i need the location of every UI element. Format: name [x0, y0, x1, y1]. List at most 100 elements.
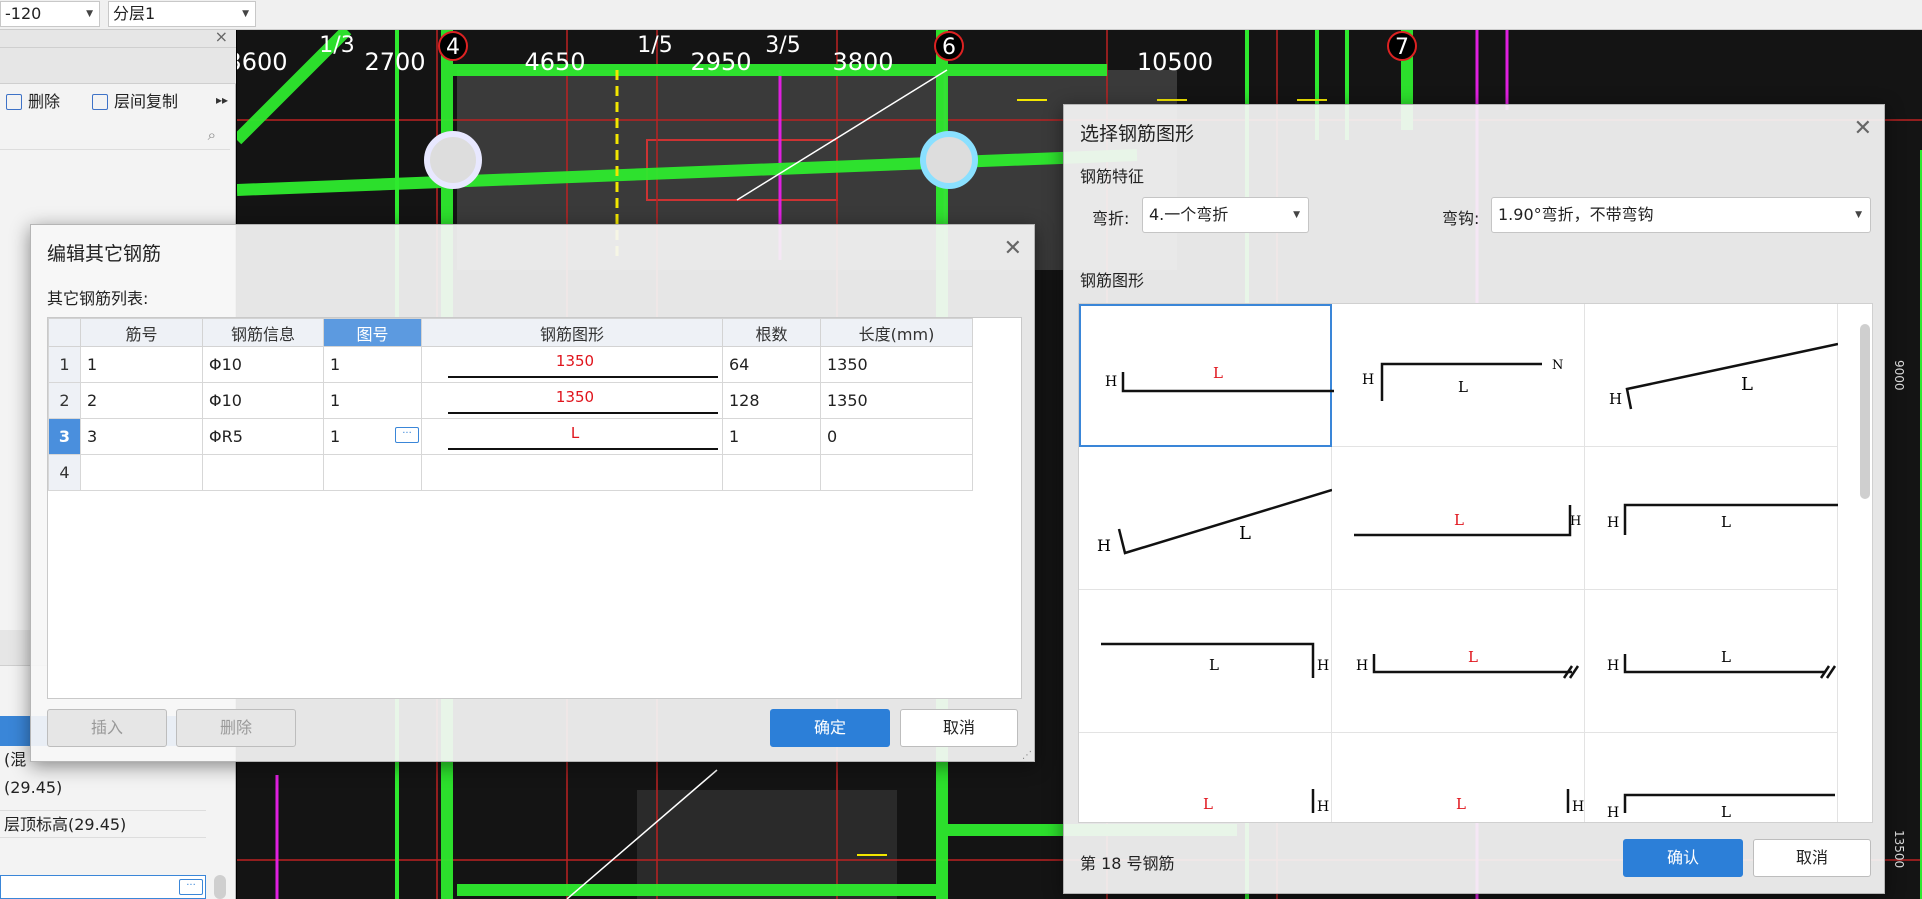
shape-option[interactable]: HL	[1079, 733, 1332, 822]
axis-label: 6	[942, 35, 956, 60]
dialog-title: 编辑其它钢筋	[47, 243, 162, 265]
cancel-button[interactable]: 取消	[900, 709, 1018, 747]
axis-label: 7	[1395, 35, 1409, 60]
figure-number-input[interactable]: 1 ···	[323, 418, 422, 455]
rebar-shape-cell[interactable]: L	[421, 418, 723, 455]
bar-number-cell[interactable]: 3	[80, 418, 203, 455]
rebar-info-cell[interactable]: ΦR5	[202, 418, 324, 455]
floor-copy-button[interactable]: 层间复制	[92, 90, 178, 114]
svg-text:H: H	[1607, 658, 1619, 674]
rebar-info-cell[interactable]: Φ10	[202, 346, 324, 383]
svg-text:L: L	[1209, 656, 1219, 674]
column-header[interactable]: 根数	[722, 318, 821, 347]
rebar-table: 筋号 钢筋信息 图号 钢筋图形 根数 长度(mm) 1 1 Φ10 1 1350…	[47, 317, 1022, 699]
figure-number-cell[interactable]: 1	[323, 346, 422, 383]
more-icon[interactable]: ▸▸	[216, 93, 228, 107]
scrollbar[interactable]	[214, 875, 226, 899]
svg-text:L: L	[1203, 795, 1213, 813]
table-row[interactable]: 4	[48, 454, 973, 491]
column-header[interactable]: 长度(mm)	[820, 318, 973, 347]
row-number[interactable]: 1	[48, 346, 81, 383]
count-cell[interactable]: 1	[722, 418, 821, 455]
shape-grid: HL HLN HL HL HL HL HL HL H L H L H L H L	[1078, 303, 1873, 823]
shape-option[interactable]: HL	[1332, 590, 1585, 733]
shape-option[interactable]: HL	[1079, 304, 1334, 447]
length-cell[interactable]: 0	[820, 418, 973, 455]
row-number[interactable]: 4	[48, 454, 81, 491]
axis-label: 4	[446, 35, 460, 60]
hook-select[interactable]: 1.90°弯折，不带弯钩 ▼	[1491, 197, 1871, 233]
panel-tabs	[0, 48, 236, 84]
svg-text:L: L	[1468, 648, 1478, 666]
column-header[interactable]: 钢筋图形	[421, 318, 723, 347]
hook-label: 弯钩:	[1442, 209, 1480, 228]
search-input[interactable]: ⌕	[0, 124, 230, 150]
dimension-text: 2700	[364, 48, 425, 76]
count-cell[interactable]: 64	[722, 346, 821, 383]
scrollbar[interactable]	[1860, 324, 1870, 499]
bar-number-cell[interactable]: 2	[80, 382, 203, 419]
rebar-shape-cell[interactable]: 1350	[421, 346, 723, 383]
shape-option[interactable]: HL	[1585, 447, 1838, 590]
bend-label: 弯折:	[1092, 209, 1130, 228]
resize-grip-icon[interactable]: ⋰	[1022, 750, 1032, 761]
shape-option[interactable]: HL	[1585, 304, 1838, 447]
status-text: 第 18 号钢筋	[1080, 854, 1175, 873]
column-header[interactable]: 图号	[323, 318, 422, 347]
rebar-shape-cell[interactable]	[421, 454, 723, 491]
close-icon[interactable]: ×	[215, 27, 228, 46]
shape-option[interactable]: HL	[1332, 447, 1585, 590]
table-row[interactable]: 3 3 ΦR5 1 ··· L 1 0	[48, 418, 973, 455]
bar-number-cell[interactable]: 1	[80, 346, 203, 383]
trash-icon	[6, 94, 22, 110]
column-header[interactable]: 筋号	[80, 318, 203, 347]
length-cell[interactable]	[820, 454, 973, 491]
shape-option[interactable]: HL	[1079, 447, 1332, 590]
length-cell[interactable]: 1350	[820, 382, 973, 419]
ok-button[interactable]: 确定	[770, 709, 890, 747]
bar-number-cell[interactable]	[80, 454, 203, 491]
svg-text:H: H	[1572, 799, 1584, 815]
table-row[interactable]: 2 2 Φ10 1 1350 128 1350	[48, 382, 973, 419]
insert-button[interactable]: 插入	[47, 709, 167, 747]
rebar-shape-cell[interactable]: 1350	[421, 382, 723, 419]
shape-option[interactable]: HL	[1332, 733, 1585, 822]
ellipsis-button[interactable]: ···	[395, 427, 419, 443]
value-input[interactable]: ···	[0, 875, 206, 899]
cancel-button[interactable]: 取消	[1753, 839, 1871, 877]
bend-select[interactable]: 4.一个弯折 ▼	[1142, 197, 1309, 233]
layer-combo[interactable]: 分层1 ▼	[108, 1, 256, 27]
delete-button[interactable]: 删除	[176, 709, 296, 747]
chevron-down-icon: ▼	[242, 9, 249, 19]
column-header[interactable]: 钢筋信息	[202, 318, 324, 347]
length-cell[interactable]: 1350	[820, 346, 973, 383]
rebar-info-cell[interactable]	[202, 454, 324, 491]
rebar-info-cell[interactable]: Φ10	[202, 382, 324, 419]
panel-header: ×	[0, 27, 236, 48]
shape-option[interactable]: HL	[1585, 733, 1838, 822]
rebar-line	[448, 375, 718, 378]
chevron-down-icon: ▼	[1293, 210, 1300, 220]
row-number[interactable]: 3	[48, 418, 81, 455]
close-icon[interactable]: ✕	[1004, 238, 1022, 260]
figure-number-cell[interactable]: 1	[323, 382, 422, 419]
list-item[interactable]: (29.45)	[0, 774, 206, 802]
figure-number-cell[interactable]	[323, 454, 422, 491]
shape-option[interactable]: HL	[1079, 590, 1332, 733]
table-row[interactable]: 1 1 Φ10 1 1350 64 1350	[48, 346, 973, 383]
confirm-button[interactable]: 确认	[1623, 839, 1743, 877]
shape-option[interactable]: HL	[1585, 590, 1838, 733]
delete-button[interactable]: 删除	[6, 90, 60, 114]
table-header: 筋号 钢筋信息 图号 钢筋图形 根数 长度(mm)	[48, 318, 973, 347]
row-number[interactable]: 2	[48, 382, 81, 419]
dimension-text: 3600	[237, 48, 288, 76]
shape-option[interactable]: H L N	[1332, 304, 1585, 447]
svg-text:L: L	[1239, 523, 1251, 544]
list-item[interactable]: 层顶标高(29.45)	[0, 810, 206, 838]
count-cell[interactable]: 128	[722, 382, 821, 419]
ellipsis-button[interactable]: ···	[179, 879, 203, 895]
floor-combo[interactable]: -120 ▼	[0, 1, 100, 27]
dimension-text: 10500	[1137, 48, 1213, 76]
close-icon[interactable]: ✕	[1854, 118, 1872, 140]
count-cell[interactable]	[722, 454, 821, 491]
